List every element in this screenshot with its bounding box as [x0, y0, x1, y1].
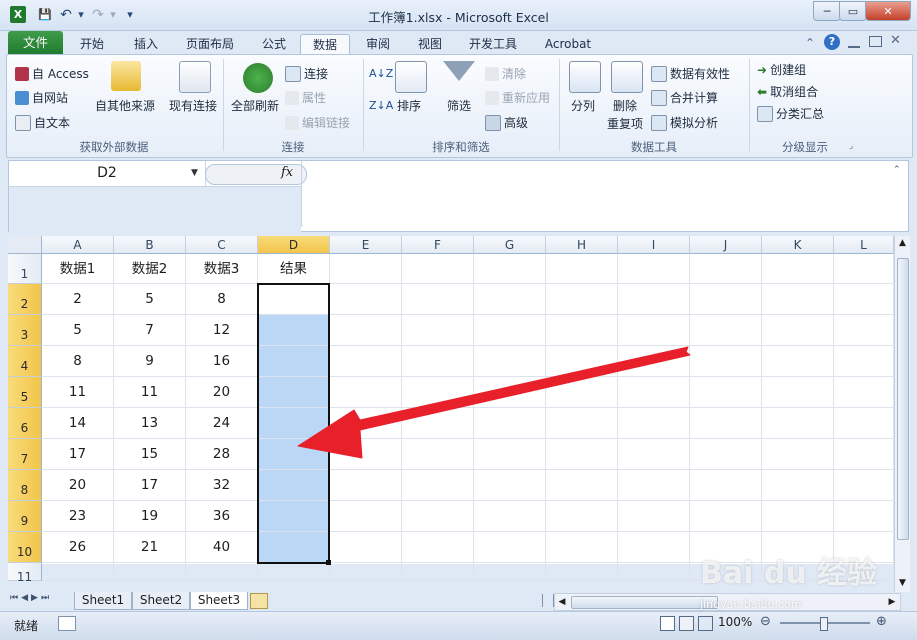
zoom-out-icon[interactable]: ⊖ — [760, 614, 771, 629]
normal-view-icon[interactable] — [660, 616, 675, 631]
scroll-left-icon[interactable]: ◀ — [555, 594, 569, 610]
annotation-arrow-shape — [297, 346, 691, 459]
page-layout-view-icon[interactable] — [679, 616, 694, 631]
sheet-tab-sheet3[interactable]: Sheet3 — [190, 592, 248, 610]
zoom-in-icon[interactable]: ⊕ — [876, 614, 887, 629]
sheet-tab-sheet2[interactable]: Sheet2 — [132, 592, 190, 610]
page-break-view-icon[interactable] — [698, 616, 713, 631]
baidu-watermark-url: jingyan.baidu.com — [700, 598, 802, 611]
sheet-nav-icon[interactable]: ⏮◀▶⏭ — [10, 593, 52, 603]
horizontal-scroll-thumb[interactable] — [571, 596, 718, 609]
tab-split-handle[interactable] — [542, 594, 554, 607]
zoom-level[interactable]: 100% — [718, 615, 752, 629]
sheet-tabs: Sheet1 Sheet2 Sheet3 — [74, 592, 294, 610]
baidu-watermark: Bai du 经验 — [700, 556, 878, 591]
annotation-arrow — [297, 346, 691, 459]
status-mode: 就绪 — [14, 619, 39, 633]
insert-sheet-icon[interactable] — [250, 593, 268, 609]
sheet-tab-sheet1[interactable]: Sheet1 — [74, 592, 132, 610]
macro-record-icon[interactable] — [58, 616, 76, 631]
zoom-slider-thumb[interactable] — [820, 617, 828, 631]
status-bar: 就绪 100% ⊖ ⊕ — [0, 611, 917, 640]
zoom-slider[interactable] — [780, 617, 870, 631]
scroll-right-icon[interactable]: ▶ — [885, 594, 899, 610]
